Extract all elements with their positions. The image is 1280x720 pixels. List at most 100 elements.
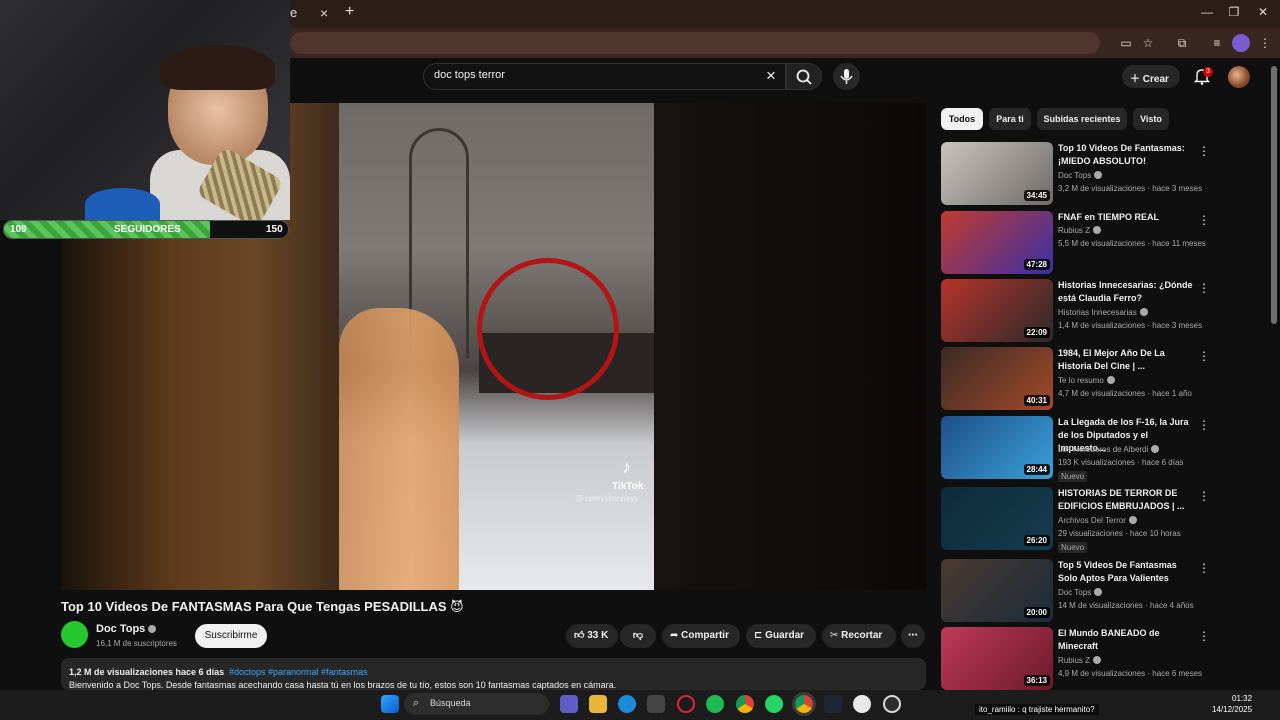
cast-icon[interactable]: ▭	[1117, 34, 1135, 52]
page-scrollbar[interactable]	[1271, 66, 1277, 324]
recommendation-title[interactable]: El Mundo BANEADO de Minecraft	[1058, 627, 1198, 653]
minimize-button[interactable]: —	[1196, 5, 1218, 23]
save-button[interactable]: ⊏ Guardar	[746, 624, 816, 648]
channel-name-text[interactable]: Doc Tops	[96, 623, 145, 635]
tiktok-icon: ♪	[622, 457, 631, 477]
recommendation-thumbnail[interactable]: 22:09	[941, 279, 1053, 342]
followers-goal: 150	[266, 224, 283, 235]
recommendation-channel[interactable]: Historias Innecesarias	[1058, 308, 1148, 317]
create-button[interactable]: ＋ Crear	[1122, 65, 1180, 88]
address-field[interactable]	[290, 32, 1100, 54]
recommendation-thumbnail[interactable]: 36:13	[941, 627, 1053, 690]
recommendation-item[interactable]: 47:28 FNAF en TIEMPO REAL Rubius Z 5,5 M de…	[941, 211, 1211, 275]
recommendation-channel-name[interactable]: Los Herederos de Alberdi	[1058, 445, 1148, 454]
recommendation-title[interactable]: Top 5 Videos De Fantasmas Solo Aptos Par…	[1058, 559, 1198, 585]
like-button[interactable]: 👍︎ 33 K	[566, 624, 618, 648]
recommendation-item[interactable]: 20:00 Top 5 Videos De Fantasmas Solo Apto…	[941, 559, 1211, 623]
recommendation-item[interactable]: 28:44 La Llegada de los F-16, la Jura de …	[941, 416, 1211, 482]
recommendation-channel[interactable]: Rubius Z	[1058, 226, 1102, 235]
clip-button[interactable]: ✂ Recortar	[822, 624, 896, 648]
bookmark-star-icon[interactable]: ☆	[1139, 34, 1157, 52]
recommendation-channel[interactable]: Archivos Del Terror	[1058, 516, 1137, 525]
more-options-icon[interactable]: ⋮	[1198, 144, 1210, 158]
more-options-icon[interactable]: ⋮	[1198, 629, 1210, 643]
profile-icon[interactable]	[1232, 34, 1250, 52]
recommendation-item[interactable]: 34:45 Top 10 Videos De Fantasmas: ¡MIEDO …	[941, 142, 1211, 206]
search-button[interactable]	[786, 63, 822, 90]
recommendation-title[interactable]: Top 10 Videos De Fantasmas: ¡MIEDO ABSOL…	[1058, 142, 1198, 168]
more-options-icon[interactable]: ⋮	[1198, 281, 1210, 295]
recommendation-thumbnail[interactable]: 40:31	[941, 347, 1053, 410]
clear-search-icon[interactable]: ×	[763, 66, 779, 86]
steam-icon[interactable]	[824, 695, 842, 713]
recommendation-channel[interactable]: Doc Tops	[1058, 588, 1103, 597]
hashtags[interactable]: #doctops #paranormal #fantasmas	[229, 667, 368, 677]
dislike-button[interactable]: 👎︎	[620, 624, 656, 648]
spotify-icon[interactable]	[706, 695, 724, 713]
chip-for-you[interactable]: Para ti	[989, 108, 1031, 130]
maximize-button[interactable]: ❐	[1223, 5, 1245, 23]
recommendation-thumbnail[interactable]: 34:45	[941, 142, 1053, 205]
chrome-icon[interactable]	[736, 695, 754, 713]
recommendation-channel[interactable]: Te lo resumo	[1058, 376, 1115, 385]
file-explorer-icon[interactable]	[589, 695, 607, 713]
recommendation-item[interactable]: 22:09 Historias Innecesarias: ¿Dónde está…	[941, 279, 1211, 343]
chip-watched[interactable]: Visto	[1133, 108, 1169, 130]
recommendation-channel[interactable]: Los Herederos de Alberdi	[1058, 445, 1160, 454]
recommendation-channel[interactable]: Rubius Z	[1058, 656, 1102, 665]
chip-all[interactable]: Todos	[941, 108, 983, 130]
media-icon[interactable]: ≡	[1208, 34, 1226, 52]
more-options-icon[interactable]: ⋮	[1198, 349, 1210, 363]
close-window-button[interactable]: ✕	[1252, 5, 1274, 23]
clock-time[interactable]: 01:32	[1232, 694, 1252, 703]
recommendation-title[interactable]: 1984, El Mejor Año De La Historia Del Ci…	[1058, 347, 1198, 373]
browser-menu-icon[interactable]: ⋮	[1256, 34, 1274, 52]
channel-name[interactable]: Doc Tops	[96, 623, 157, 635]
recommendation-channel-name[interactable]: Doc Tops	[1058, 171, 1091, 180]
recommendation-item[interactable]: 26:20 HISTORIAS DE TERROR DE EDIFICIOS EM…	[941, 487, 1211, 553]
chrome-active-icon[interactable]	[792, 692, 816, 716]
more-options-icon[interactable]: ⋮	[1198, 561, 1210, 575]
recommendation-thumbnail[interactable]: 28:44	[941, 416, 1053, 479]
more-actions-button[interactable]: ⋯	[901, 624, 925, 648]
recommendation-channel-name[interactable]: Doc Tops	[1058, 588, 1091, 597]
obs-icon[interactable]	[853, 695, 871, 713]
recommendation-channel-name[interactable]: Archivos Del Terror	[1058, 516, 1126, 525]
share-button[interactable]: ➦ Compartir	[662, 624, 740, 648]
recommendation-thumbnail[interactable]: 26:20	[941, 487, 1053, 550]
search-query[interactable]: doc tops terror	[434, 69, 505, 81]
taskbar-search[interactable]	[404, 693, 549, 715]
recommendation-thumbnail[interactable]: 20:00	[941, 559, 1053, 622]
windows-start-icon[interactable]	[381, 695, 399, 713]
settings-icon[interactable]	[883, 695, 901, 713]
recommendation-title[interactable]: FNAF en TIEMPO REAL	[1058, 211, 1198, 224]
recommendation-thumbnail[interactable]: 47:28	[941, 211, 1053, 274]
more-options-icon[interactable]: ⋮	[1198, 489, 1210, 503]
tab-close-icon[interactable]: ×	[320, 5, 328, 21]
recommendation-title[interactable]: HISTORIAS DE TERROR DE EDIFICIOS EMBRUJA…	[1058, 487, 1198, 513]
account-avatar[interactable]	[1228, 66, 1250, 88]
recommendation-item[interactable]: 40:31 1984, El Mejor Año De La Historia D…	[941, 347, 1211, 411]
subscribe-button[interactable]: Suscribirme	[195, 624, 267, 648]
chip-recent-uploads[interactable]: Subidas recientes	[1037, 108, 1127, 130]
recommendation-channel-name[interactable]: Rubius Z	[1058, 226, 1090, 235]
teams-icon[interactable]	[560, 695, 578, 713]
recommendation-channel-name[interactable]: Historias Innecesarias	[1058, 308, 1137, 317]
recommendation-item[interactable]: 36:13 El Mundo BANEADO de Minecraft Rubius…	[941, 627, 1211, 691]
recommendation-title[interactable]: Historias Innecesarias: ¿Dónde está Clau…	[1058, 279, 1198, 305]
recommendation-channel-name[interactable]: Te lo resumo	[1058, 376, 1104, 385]
store-icon[interactable]	[647, 695, 665, 713]
whatsapp-icon[interactable]	[765, 695, 783, 713]
voice-search-button[interactable]	[833, 63, 860, 90]
recommendation-channel[interactable]: Doc Tops	[1058, 171, 1103, 180]
opera-icon[interactable]	[677, 695, 695, 713]
recommendation-channel-name[interactable]: Rubius Z	[1058, 656, 1090, 665]
more-options-icon[interactable]: ⋮	[1198, 418, 1210, 432]
more-options-icon[interactable]: ⋮	[1198, 213, 1210, 227]
extensions-icon[interactable]: ⧉	[1173, 34, 1191, 52]
new-tab-button[interactable]: +	[345, 3, 354, 21]
edge-icon[interactable]	[618, 695, 636, 713]
channel-avatar[interactable]	[61, 621, 88, 648]
tab-title-fragment[interactable]: e	[290, 5, 306, 21]
clock-date[interactable]: 14/12/2025	[1212, 705, 1252, 714]
